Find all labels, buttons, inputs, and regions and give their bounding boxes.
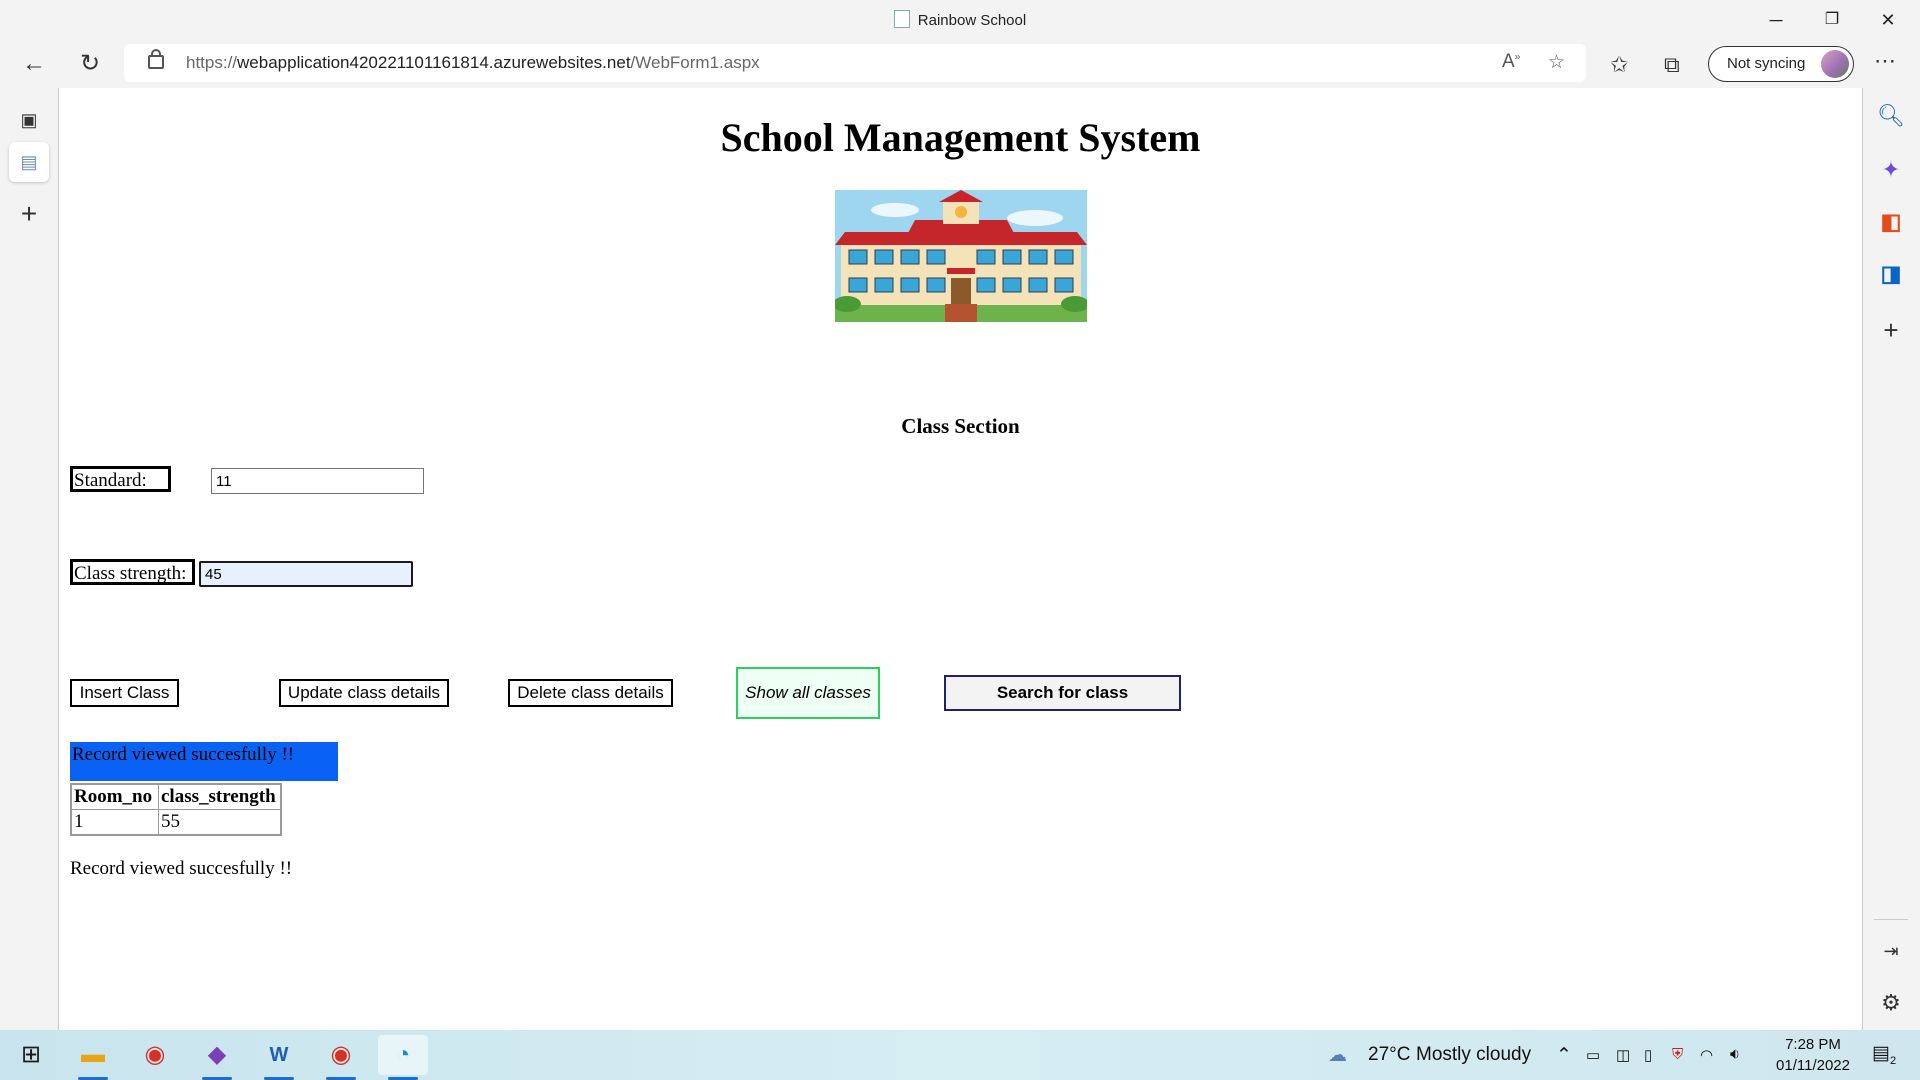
weather-desc[interactable]: Mostly cloudy [1416, 1044, 1531, 1066]
standard-input[interactable] [211, 468, 424, 494]
settings-icon[interactable]: ⚙ [1876, 988, 1906, 1018]
footer-message: Record viewed succesfully !! [70, 858, 293, 879]
page-title: School Management System [720, 115, 1201, 160]
taskbar: ⊞ ▬ ◉ ◆ W ◉ ◔ ☁ 27°C Mostly cloudy ⌃ ▭ ◫… [0, 1030, 1920, 1080]
add-icon[interactable]: + [1876, 315, 1906, 345]
results-table: Room_no class_strength 1 55 [70, 783, 282, 836]
volume-icon[interactable]: 🔉︎ [1730, 1046, 1740, 1064]
page-icon [893, 10, 910, 28]
status-message: Record viewed succesfully !! [70, 742, 338, 781]
search-icon[interactable]: 🔍︎ [1876, 101, 1906, 131]
profile-sync-button[interactable]: Not syncing [1708, 46, 1854, 82]
battery-icon[interactable]: ▭ [1586, 1046, 1600, 1064]
visual-studio-icon[interactable]: ◆ [192, 1035, 242, 1080]
update-class-button[interactable]: Update class details [279, 679, 449, 707]
chevron-up-icon[interactable]: ⌃ [1556, 1044, 1572, 1067]
delete-class-button[interactable]: Delete class details [508, 679, 673, 707]
copilot-icon[interactable]: ✦ [1876, 155, 1906, 185]
notification-count: 2 [1889, 1054, 1897, 1067]
url-text[interactable]: https://webapplication420221101161814.az… [186, 53, 760, 73]
address-bar[interactable]: https://webapplication420221101161814.az… [124, 44, 1586, 82]
usb-icon[interactable]: ▯ [1644, 1046, 1652, 1064]
clock-time: 7:28 PM [1785, 1036, 1841, 1053]
column-header: Room_no [70, 783, 159, 810]
weather-temp[interactable]: 27°C [1368, 1044, 1410, 1066]
insert-class-button[interactable]: Insert Class [70, 679, 179, 707]
standard-label: Standard: [70, 466, 171, 492]
more-icon[interactable]: ⋯ [1874, 48, 1896, 74]
table-row: 1 55 [70, 809, 282, 836]
read-aloud-icon[interactable]: A» [1502, 51, 1520, 73]
school-image [835, 190, 1087, 322]
class-strength-label: Class strength: [70, 559, 195, 585]
new-tab-icon[interactable]: + [9, 194, 49, 234]
avatar [1821, 50, 1849, 78]
edge-sidebar: 🔍︎ ✦ ◧ ◨ + ⇥ ⚙ [1862, 88, 1920, 1030]
chrome-icon[interactable]: ◉ [130, 1035, 180, 1075]
minimize-button[interactable]: ─ [1748, 0, 1804, 40]
table-cell: 55 [158, 809, 282, 836]
sync-label: Not syncing [1727, 55, 1806, 72]
lock-icon[interactable] [148, 49, 164, 69]
wifi-icon[interactable]: ◠ [1700, 1046, 1713, 1064]
clock[interactable]: 7:28 PM 01/11/2022 [1768, 1034, 1858, 1076]
word-icon[interactable]: W [254, 1035, 304, 1080]
close-button[interactable]: ✕ [1860, 0, 1916, 40]
web-page: School Management System Class Section S… [58, 88, 1863, 1030]
collections-icon[interactable]: ⧉ [1664, 52, 1680, 78]
sidebar-divider [1874, 919, 1908, 920]
add-favorite-icon[interactable]: ☆ [1548, 51, 1565, 74]
notifications-icon[interactable]: ▤2 [1872, 1042, 1896, 1067]
outlook-icon[interactable]: ◨ [1876, 259, 1906, 289]
section-heading: Class Section [901, 414, 1020, 438]
weather-icon[interactable]: ☁ [1328, 1044, 1347, 1067]
security-icon[interactable]: ⛨ [1672, 1046, 1683, 1063]
class-strength-input[interactable] [199, 561, 413, 587]
table-cell: 1 [70, 809, 159, 836]
browser-toolbar: ← ↻ https://webapplication42022110116181… [0, 40, 1920, 88]
chrome-profile-icon[interactable]: ◉ [316, 1035, 366, 1080]
window-title-text: Rainbow School [917, 12, 1027, 29]
favorites-icon[interactable]: ✩ [1610, 52, 1628, 78]
show-all-classes-button[interactable]: Show all classes [736, 667, 880, 719]
refresh-icon[interactable]: ↻ [70, 40, 110, 88]
table-header-row: Room_no class_strength [70, 783, 282, 810]
edge-icon[interactable]: ◔ [378, 1035, 428, 1080]
column-header: class_strength [158, 783, 282, 810]
back-icon[interactable]: ← [14, 40, 54, 88]
office-icon[interactable]: ◧ [1876, 207, 1906, 237]
search-class-button[interactable]: Search for class [944, 675, 1181, 711]
device-icon[interactable]: ◫ [1616, 1046, 1630, 1064]
clock-date: 01/11/2022 [1776, 1057, 1850, 1074]
window-titlebar: Rainbow School ─ ❐ ✕ [0, 0, 1920, 40]
tab-actions-icon[interactable]: ▣ [9, 100, 49, 140]
vertical-tabs-sidebar: ▣ ▤ + [0, 88, 58, 1030]
restore-button[interactable]: ❐ [1804, 0, 1860, 40]
sidebar-toggle-icon[interactable]: ⇥ [1876, 936, 1906, 966]
vertical-tabs-icon[interactable]: ▤ [9, 142, 49, 182]
windows-start-icon[interactable]: ⊞ [6, 1035, 56, 1075]
window-title: Rainbow School [0, 10, 1920, 29]
file-explorer-icon[interactable]: ▬ [68, 1035, 118, 1080]
